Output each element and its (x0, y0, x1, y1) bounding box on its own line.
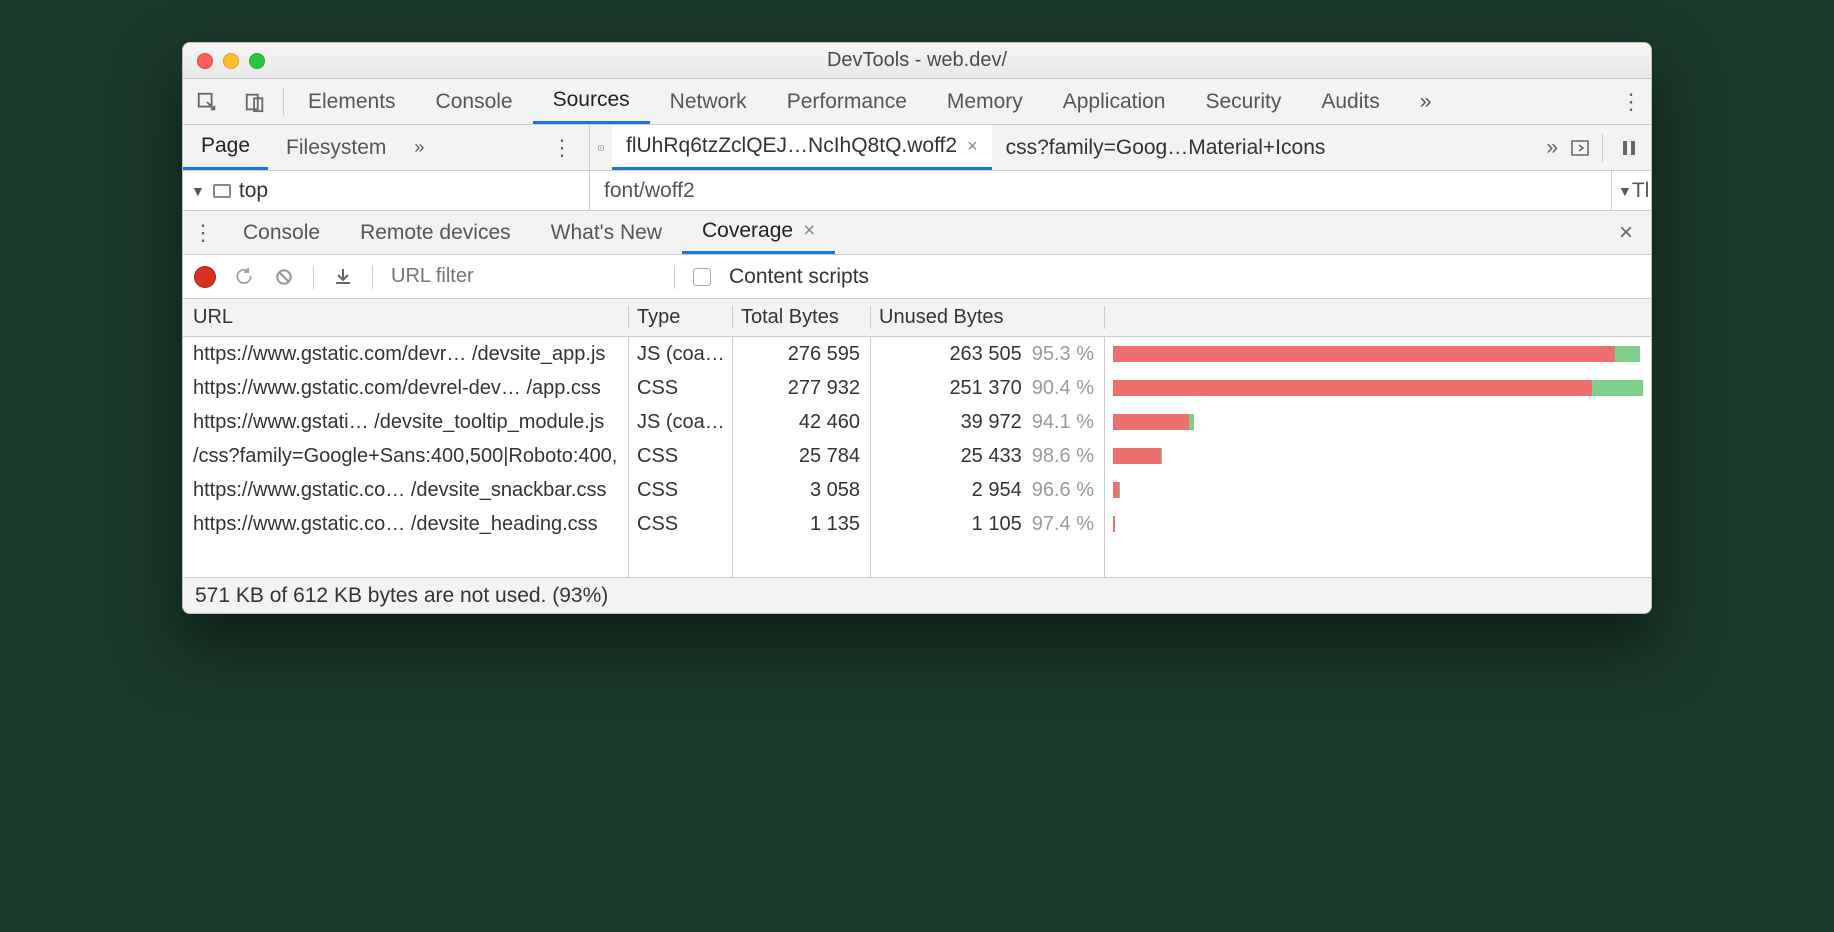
devtools-window: DevTools - web.dev/ ElementsConsoleSourc… (182, 42, 1652, 614)
navigator-tree[interactable]: ▼ top (183, 171, 590, 210)
table-row[interactable]: https://www.gstatic.co… /devsite_heading… (183, 507, 1651, 541)
reload-icon[interactable] (233, 266, 255, 288)
next-tab-icon[interactable] (1570, 138, 1590, 158)
more-file-tabs-icon[interactable]: » (1546, 136, 1558, 160)
drawer-tab-console[interactable]: Console (223, 211, 340, 254)
cell-total: 1 135 (733, 507, 871, 541)
cell-bar (1105, 439, 1651, 473)
main-tab-performance[interactable]: Performance (767, 79, 927, 124)
cell-bar (1105, 371, 1651, 405)
main-tab-network[interactable]: Network (650, 79, 767, 124)
clear-icon[interactable] (273, 266, 295, 288)
more-tabs-icon[interactable]: » (1400, 79, 1452, 124)
cell-bar (1105, 405, 1651, 439)
content-scripts-label: Content scripts (729, 265, 869, 289)
file-tab-label: flUhRq6tzZclQEJ…NcIhQ8tQ.woff2 (626, 134, 957, 158)
close-icon[interactable]: × (967, 136, 978, 157)
expand-toggle-icon[interactable]: ▼ (191, 183, 205, 199)
cell-total: 276 595 (733, 337, 871, 371)
navigator-tab-filesystem[interactable]: Filesystem (268, 125, 404, 170)
cell-total: 277 932 (733, 371, 871, 405)
inspect-element-icon[interactable] (183, 79, 231, 124)
cell-type: CSS (629, 439, 733, 473)
cell-unused: 1 10597.4 % (871, 507, 1105, 541)
cell-type: CSS (629, 473, 733, 507)
titlebar: DevTools - web.dev/ (183, 43, 1651, 79)
record-button[interactable] (195, 267, 215, 287)
main-tab-console[interactable]: Console (416, 79, 533, 124)
more-navigator-tabs-icon[interactable]: » (404, 137, 434, 158)
cell-unused: 263 50595.3 % (871, 337, 1105, 371)
coverage-table-body: https://www.gstatic.com/devr… /devsite_a… (183, 337, 1651, 541)
cell-bar (1105, 473, 1651, 507)
drawer-tab-what-s-new[interactable]: What's New (531, 211, 682, 254)
close-drawer-icon[interactable]: × (1601, 219, 1651, 247)
table-row[interactable]: https://www.gstatic.com/devr… /devsite_a… (183, 337, 1651, 371)
table-row[interactable]: https://www.gstatic.com/devrel-dev… /app… (183, 371, 1651, 405)
open-files-tabs: flUhRq6tzZclQEJ…NcIhQ8tQ.woff2 × css?fam… (590, 125, 1651, 170)
file-tab-1[interactable]: css?family=Goog…Material+Icons (992, 125, 1340, 170)
file-tab-label: css?family=Goog…Material+Icons (1006, 136, 1326, 160)
cell-type: CSS (629, 371, 733, 405)
coverage-status: 571 KB of 612 KB bytes are not used. (93… (183, 577, 1651, 613)
close-icon[interactable]: × (803, 219, 815, 243)
cell-bar (1105, 507, 1651, 541)
cell-url: https://www.gstati… /devsite_tooltip_mod… (183, 405, 629, 439)
cell-unused: 39 97294.1 % (871, 405, 1105, 439)
column-type[interactable]: Type (629, 306, 733, 329)
cell-unused: 251 37090.4 % (871, 371, 1105, 405)
navigator-tabs: Page Filesystem » ⋮ (183, 125, 590, 170)
column-total[interactable]: Total Bytes (733, 306, 871, 329)
cell-unused: 25 43398.6 % (871, 439, 1105, 473)
cell-url: https://www.gstatic.com/devrel-dev… /app… (183, 371, 629, 405)
cell-unused: 2 95496.6 % (871, 473, 1105, 507)
drawer-tab-remote-devices[interactable]: Remote devices (340, 211, 531, 254)
cell-type: JS (coa… (629, 405, 733, 439)
main-tab-security[interactable]: Security (1185, 79, 1301, 124)
url-filter-input[interactable] (391, 265, 656, 288)
coverage-table-header: URL Type Total Bytes Unused Bytes (183, 299, 1651, 337)
column-unused[interactable]: Unused Bytes (871, 306, 1105, 329)
window-title: DevTools - web.dev/ (183, 49, 1651, 72)
navigator-menu-icon[interactable]: ⋮ (535, 135, 589, 161)
drawer-tabstrip: ⋮ ConsoleRemote devicesWhat's NewCoverag… (183, 211, 1651, 255)
cell-total: 3 058 (733, 473, 871, 507)
main-tab-elements[interactable]: Elements (288, 79, 416, 124)
table-row[interactable]: https://www.gstatic.co… /devsite_snackba… (183, 473, 1651, 507)
coverage-toolbar: Content scripts (183, 255, 1651, 299)
table-row[interactable]: /css?family=Google+Sans:400,500|Roboto:4… (183, 439, 1651, 473)
main-tab-sources[interactable]: Sources (533, 79, 650, 124)
cell-type: JS (coa… (629, 337, 733, 371)
cell-total: 42 460 (733, 405, 871, 439)
content-scripts-checkbox[interactable] (693, 268, 711, 286)
main-tab-application[interactable]: Application (1043, 79, 1186, 124)
frame-icon (213, 184, 231, 198)
cell-total: 25 784 (733, 439, 871, 473)
prev-tab-icon[interactable] (590, 138, 612, 158)
tree-node-top[interactable]: top (239, 179, 268, 203)
cell-type: CSS (629, 507, 733, 541)
drawer-tab-coverage[interactable]: Coverage× (682, 211, 835, 254)
navigator-tab-page[interactable]: Page (183, 125, 268, 170)
cell-url: /css?family=Google+Sans:400,500|Roboto:4… (183, 439, 629, 473)
file-mime-type: font/woff2 (590, 171, 1611, 210)
device-toolbar-icon[interactable] (231, 79, 279, 124)
main-tab-audits[interactable]: Audits (1301, 79, 1399, 124)
cell-url: https://www.gstatic.co… /devsite_heading… (183, 507, 629, 541)
main-tab-memory[interactable]: Memory (927, 79, 1043, 124)
cell-url: https://www.gstatic.com/devr… /devsite_a… (183, 337, 629, 371)
main-tabstrip: ElementsConsoleSourcesNetworkPerformance… (183, 79, 1651, 125)
threads-pane-toggle[interactable]: ▼ Tl (1611, 171, 1651, 210)
cell-bar (1105, 337, 1651, 371)
cell-url: https://www.gstatic.co… /devsite_snackba… (183, 473, 629, 507)
drawer-menu-icon[interactable]: ⋮ (183, 220, 223, 246)
table-row[interactable]: https://www.gstati… /devsite_tooltip_mod… (183, 405, 1651, 439)
column-url[interactable]: URL (183, 306, 629, 329)
kebab-menu-icon[interactable]: ⋮ (1611, 89, 1651, 115)
file-tab-0[interactable]: flUhRq6tzZclQEJ…NcIhQ8tQ.woff2 × (612, 125, 992, 170)
export-icon[interactable] (332, 266, 354, 288)
pause-icon[interactable] (1615, 139, 1637, 157)
